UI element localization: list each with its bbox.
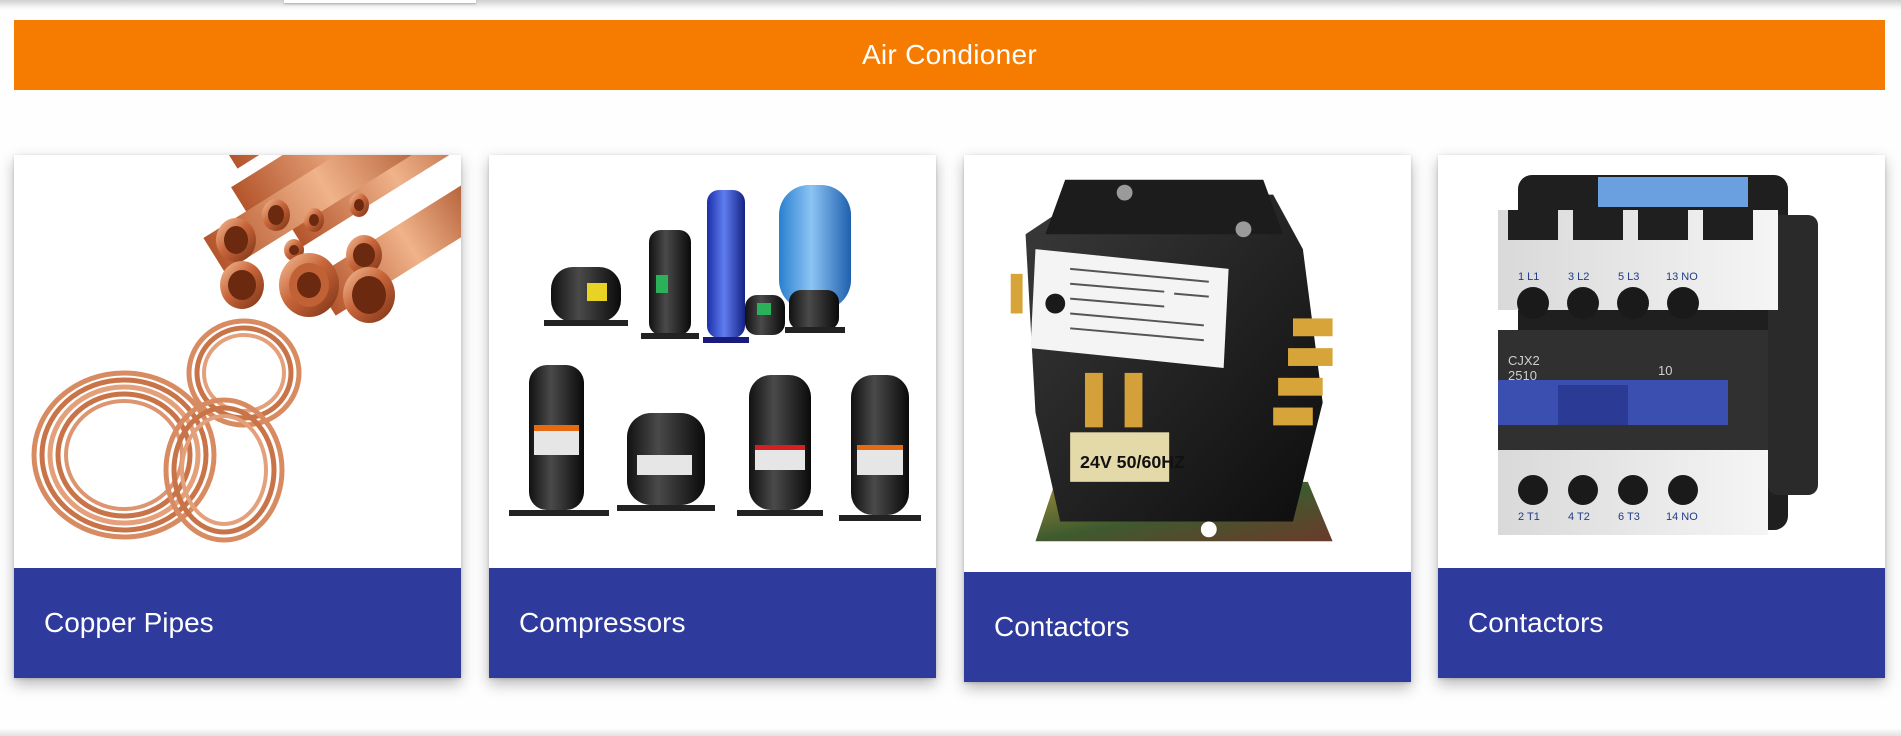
copper-pipes-image[interactable] (14, 155, 461, 568)
svg-text:6 T3: 6 T3 (1618, 511, 1640, 523)
contactor-image[interactable]: 24V 50/60HZ (964, 155, 1411, 572)
card-label[interactable]: Contactors (1468, 607, 1603, 639)
compressors-image[interactable] (489, 155, 936, 568)
svg-text:3 L2: 3 L2 (1568, 271, 1589, 283)
category-banner: Air Condioner (14, 20, 1885, 90)
svg-text:2 T1: 2 T1 (1518, 511, 1540, 523)
page: Air Condioner Copper Pipes Compressors 2… (0, 0, 1901, 736)
product-card-copper-pipes[interactable]: Copper Pipes (14, 155, 461, 678)
top-tab-indicator (284, 0, 476, 3)
svg-text:10: 10 (1658, 363, 1672, 378)
product-card-compressors[interactable]: Compressors (489, 155, 936, 678)
banner-title: Air Condioner (861, 39, 1038, 70)
card-caption[interactable]: Copper Pipes (14, 568, 461, 678)
svg-text:24V 50/60HZ: 24V 50/60HZ (1080, 452, 1185, 472)
svg-text:5 L3: 5 L3 (1618, 271, 1639, 283)
card-caption[interactable]: Compressors (489, 568, 936, 678)
svg-text:1 L1: 1 L1 (1518, 271, 1539, 283)
product-card-contactors-iec[interactable]: 1 L1 3 L2 5 L3 13 NO CJX2 2510 10 2 T1 4… (1438, 155, 1885, 678)
bottom-section-edge (0, 728, 1901, 736)
svg-text:14 NO: 14 NO (1666, 511, 1698, 523)
svg-text:13 NO: 13 NO (1666, 271, 1698, 283)
card-caption[interactable]: Contactors (1438, 568, 1885, 678)
card-label[interactable]: Contactors (994, 611, 1129, 643)
contactor-image[interactable]: 1 L1 3 L2 5 L3 13 NO CJX2 2510 10 2 T1 4… (1438, 155, 1885, 568)
product-card-contactors-definite-purpose[interactable]: 24V 50/60HZ Contactors (964, 155, 1411, 682)
svg-text:4 T2: 4 T2 (1568, 511, 1590, 523)
card-caption[interactable]: Contactors (964, 572, 1411, 682)
card-label[interactable]: Compressors (519, 607, 685, 639)
svg-text:CJX2: CJX2 (1508, 353, 1540, 368)
card-label[interactable]: Copper Pipes (44, 607, 214, 639)
